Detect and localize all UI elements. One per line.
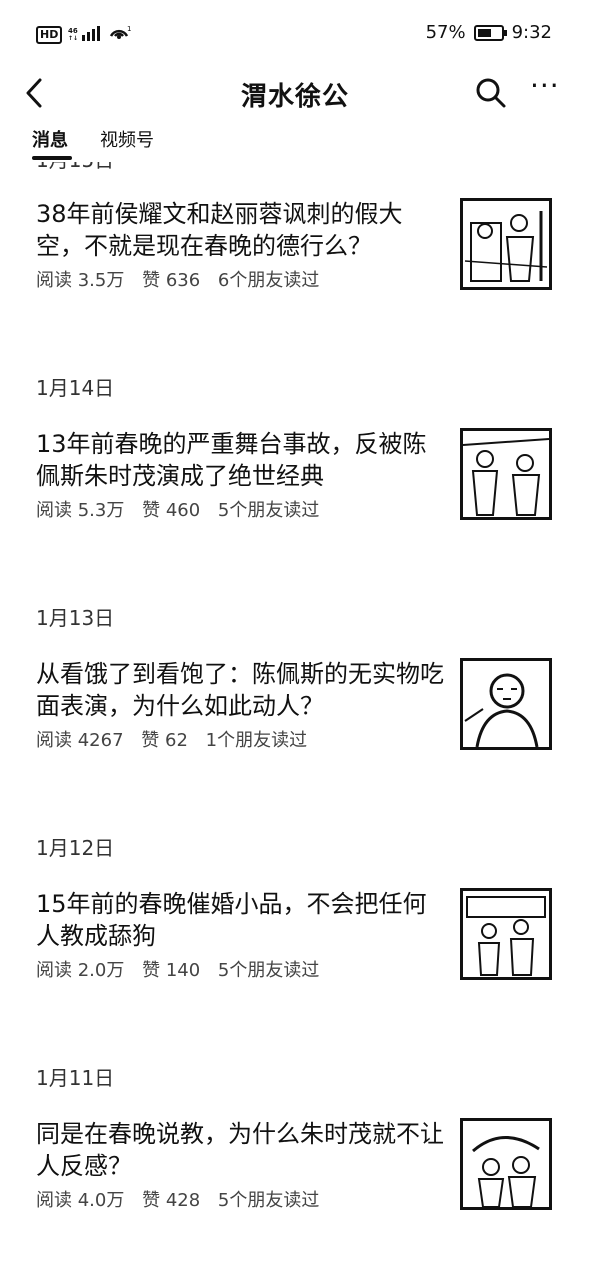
more-icon[interactable]: ··· (530, 72, 570, 110)
article-title[interactable]: 13年前春晚的严重舞台事故，反被陈佩斯朱时茂演成了绝世经典 (36, 428, 446, 492)
status-bar: HD 46 ↑↓ 1 57% 9:32 (0, 0, 590, 66)
read-count: 阅读 4267 (36, 730, 124, 751)
article-card[interactable]: 从看饿了到看饱了：陈佩斯的无实物吃面表演，为什么如此动人？ 阅读 4267 赞 … (0, 658, 590, 768)
clock: 9:32 (511, 22, 552, 43)
article-title[interactable]: 同是在春晚说教，为什么朱时茂就不让人反感？ (36, 1118, 446, 1182)
search-icon[interactable] (474, 76, 508, 110)
status-right: 57% 9:32 (426, 22, 552, 43)
article-title[interactable]: 15年前的春晚催婚小品，不会把任何人教成舔狗 (36, 888, 446, 952)
read-count: 阅读 4.0万 (36, 1190, 125, 1211)
like-count: 赞 62 (141, 730, 188, 751)
article-title[interactable]: 从看饿了到看饱了：陈佩斯的无实物吃面表演，为什么如此动人？ (36, 658, 446, 722)
like-count: 赞 140 (142, 960, 201, 981)
tab-active-indicator (32, 156, 72, 160)
friends-read: 5个朋友读过 (217, 1190, 320, 1211)
article-title[interactable]: 38年前侯耀文和赵丽蓉讽刺的假大空，不就是现在春晚的德行么？ (36, 198, 446, 262)
like-count: 赞 428 (142, 1190, 201, 1211)
article-meta: 阅读 2.0万 赞 140 5个朋友读过 (36, 956, 331, 982)
friends-read: 1个朋友读过 (205, 730, 308, 751)
tab-messages[interactable]: 消息 (32, 126, 68, 152)
article-thumbnail[interactable] (460, 428, 552, 520)
article-meta: 阅读 4.0万 赞 428 5个朋友读过 (36, 1186, 331, 1212)
article-meta: 阅读 5.3万 赞 460 5个朋友读过 (36, 496, 331, 522)
article-thumbnail[interactable] (460, 888, 552, 980)
read-count: 阅读 3.5万 (36, 270, 125, 291)
date-label: 1月14日 (36, 376, 115, 400)
signal-icon: 46 ↑↓ (68, 25, 102, 45)
article-card[interactable]: 15年前的春晚催婚小品，不会把任何人教成舔狗 阅读 2.0万 赞 140 5个朋… (0, 888, 590, 998)
battery-percent: 57% (425, 22, 466, 43)
article-thumbnail[interactable] (460, 1118, 552, 1210)
article-card[interactable]: 13年前春晚的严重舞台事故，反被陈佩斯朱时茂演成了绝世经典 阅读 5.3万 赞 … (0, 428, 590, 538)
status-left: HD 46 ↑↓ 1 (36, 24, 132, 46)
like-count: 赞 460 (142, 500, 201, 521)
date-label: 1月11日 (36, 1066, 115, 1090)
friends-read: 5个朋友读过 (217, 500, 320, 521)
article-card[interactable]: 38年前侯耀文和赵丽蓉讽刺的假大空，不就是现在春晚的德行么？ 阅读 3.5万 赞… (0, 198, 590, 308)
hotspot-icon: 1 (108, 24, 132, 46)
article-card[interactable]: 同是在春晚说教，为什么朱时茂就不让人反感？ 阅读 4.0万 赞 428 5个朋友… (0, 1118, 590, 1228)
read-count: 阅读 2.0万 (36, 960, 125, 981)
svg-text:1: 1 (127, 25, 131, 33)
like-count: 赞 636 (142, 270, 201, 291)
message-feed: 1月15日 38年前侯耀文和赵丽蓉讽刺的假大空，不就是现在春晚的德行么？ 阅读 … (0, 150, 590, 1280)
date-label: 1月13日 (36, 606, 115, 630)
top-nav: 渭水徐公 ··· (0, 66, 590, 122)
tab-bar: 消息 视频号 (0, 122, 590, 162)
read-count: 阅读 5.3万 (36, 500, 125, 521)
date-label: 1月12日 (36, 836, 115, 860)
svg-text:46: 46 (68, 27, 78, 35)
article-thumbnail[interactable] (460, 198, 552, 290)
article-meta: 阅读 3.5万 赞 636 6个朋友读过 (36, 266, 331, 292)
svg-text:↑↓: ↑↓ (68, 35, 78, 41)
tab-channels[interactable]: 视频号 (100, 126, 154, 152)
friends-read: 5个朋友读过 (217, 960, 320, 981)
article-meta: 阅读 4267 赞 62 1个朋友读过 (36, 726, 319, 752)
friends-read: 6个朋友读过 (217, 270, 320, 291)
battery-icon (473, 24, 507, 41)
hd-badge: HD (36, 26, 63, 44)
article-thumbnail[interactable] (460, 658, 552, 750)
